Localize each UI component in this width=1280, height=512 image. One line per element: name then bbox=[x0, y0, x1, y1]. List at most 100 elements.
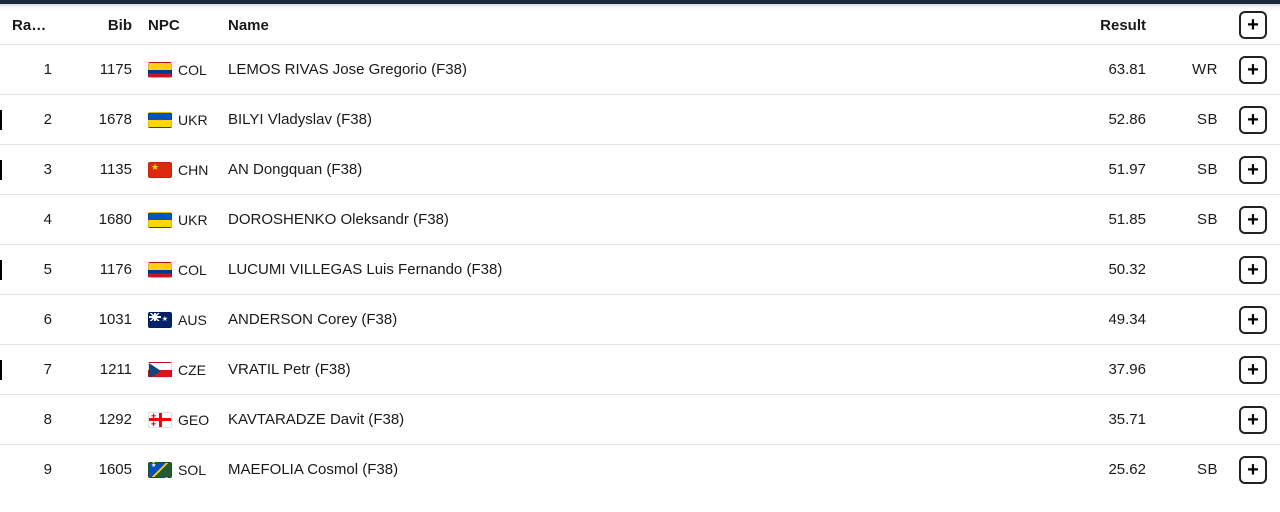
cell-rank: 9 bbox=[6, 461, 70, 478]
npc-code: UKR bbox=[178, 112, 208, 128]
expand-row-button[interactable]: + bbox=[1239, 406, 1267, 434]
cell-expand: + bbox=[1226, 456, 1280, 484]
cell-bib: 1678 bbox=[70, 111, 142, 128]
sport-class[interactable]: F38 bbox=[320, 361, 346, 378]
cell-bib: 1175 bbox=[70, 61, 142, 78]
row-marker bbox=[0, 360, 2, 380]
cell-expand: + bbox=[1226, 106, 1280, 134]
cell-bib: 1605 bbox=[70, 461, 142, 478]
cell-expand: + bbox=[1226, 306, 1280, 334]
cell-name[interactable]: LEMOS RIVAS Jose Gregorio (F38) bbox=[222, 61, 1060, 78]
cell-name[interactable]: DOROSHENKO Oleksandr (F38) bbox=[222, 211, 1060, 228]
flag-icon bbox=[148, 112, 172, 128]
plus-icon: + bbox=[1247, 108, 1259, 132]
table-row: 91605 SOL MAEFOLIA Cosmol (F38)25.62 SB + bbox=[0, 444, 1280, 494]
flag-icon bbox=[148, 262, 172, 278]
cell-name[interactable]: ANDERSON Corey (F38) bbox=[222, 311, 1060, 328]
cell-result: 51.85 bbox=[1060, 211, 1156, 228]
flag-icon bbox=[148, 212, 172, 228]
sport-class[interactable]: F38 bbox=[331, 161, 357, 178]
expand-all-button[interactable]: + bbox=[1239, 11, 1267, 39]
expand-row-button[interactable]: + bbox=[1239, 156, 1267, 184]
cell-bib: 1135 bbox=[70, 161, 142, 178]
col-header-result[interactable]: Result bbox=[1060, 17, 1156, 34]
row-marker bbox=[0, 260, 2, 280]
plus-icon: + bbox=[1247, 258, 1259, 282]
cell-name[interactable]: LUCUMI VILLEGAS Luis Fernando (F38) bbox=[222, 261, 1060, 278]
col-header-bib[interactable]: Bib bbox=[70, 17, 142, 34]
athlete-name: ANDERSON Corey bbox=[228, 311, 357, 328]
expand-row-button[interactable]: + bbox=[1239, 256, 1267, 284]
cell-bib: 1292 bbox=[70, 411, 142, 428]
expand-row-button[interactable]: + bbox=[1239, 356, 1267, 384]
cell-name[interactable]: BILYI Vladyslav (F38) bbox=[222, 111, 1060, 128]
expand-row-button[interactable]: + bbox=[1239, 206, 1267, 234]
col-header-npc[interactable]: NPC bbox=[142, 17, 222, 34]
table-row: 21678UKRBILYI Vladyslav (F38)52.86SB+ bbox=[0, 94, 1280, 144]
cell-bib: 1680 bbox=[70, 211, 142, 228]
record-badge[interactable]: WR bbox=[1192, 61, 1218, 78]
sport-class[interactable]: F38 bbox=[367, 461, 393, 478]
cell-name[interactable]: KAVTARADZE Davit (F38) bbox=[222, 411, 1060, 428]
npc-code: CHN bbox=[178, 162, 208, 178]
record-badge[interactable]: SB bbox=[1197, 111, 1218, 128]
flag-icon bbox=[148, 312, 172, 328]
sport-class[interactable]: F38 bbox=[436, 61, 462, 78]
cell-expand: + bbox=[1226, 356, 1280, 384]
cell-name[interactable]: VRATIL Petr (F38) bbox=[222, 361, 1060, 378]
cell-rank: 5 bbox=[6, 261, 70, 278]
cell-rank: 7 bbox=[6, 361, 70, 378]
npc-code: SOL bbox=[178, 462, 206, 478]
cell-npc: UKR bbox=[142, 112, 222, 128]
expand-row-button[interactable]: + bbox=[1239, 106, 1267, 134]
cell-npc: SOL bbox=[142, 462, 222, 478]
cell-expand: + bbox=[1226, 156, 1280, 184]
cell-npc: COL bbox=[142, 262, 222, 278]
sport-class[interactable]: F38 bbox=[366, 311, 392, 328]
expand-row-button[interactable]: + bbox=[1239, 456, 1267, 484]
cell-rank: 3 bbox=[6, 161, 70, 178]
cell-bib: 1031 bbox=[70, 311, 142, 328]
col-header-name[interactable]: Name bbox=[222, 17, 1060, 34]
table-row: 31135 CHN AN Dongquan (F38)51.97 SB + bbox=[0, 144, 1280, 194]
row-marker bbox=[0, 110, 2, 130]
record-badge[interactable]: SB bbox=[1197, 211, 1218, 228]
table-row: 11175COLLEMOS RIVAS Jose Gregorio (F38)6… bbox=[0, 44, 1280, 94]
cell-rank: 8 bbox=[6, 411, 70, 428]
row-marker bbox=[0, 160, 2, 180]
athlete-name: BILYI Vladyslav bbox=[228, 111, 332, 128]
cell-record: SB bbox=[1156, 161, 1226, 178]
cell-expand: + bbox=[1226, 206, 1280, 234]
record-badge[interactable]: SB bbox=[1197, 161, 1218, 178]
cell-name[interactable]: MAEFOLIA Cosmol (F38) bbox=[222, 461, 1060, 478]
cell-npc: AUS bbox=[142, 312, 222, 328]
sport-class[interactable]: F38 bbox=[471, 261, 497, 278]
cell-bib: 1176 bbox=[70, 261, 142, 278]
cell-result: 49.34 bbox=[1060, 311, 1156, 328]
expand-row-button[interactable]: + bbox=[1239, 306, 1267, 334]
col-header-rank[interactable]: Rank ↑ bbox=[6, 17, 70, 34]
cell-npc: GEO bbox=[142, 412, 222, 428]
plus-icon: + bbox=[1247, 358, 1259, 382]
record-badge[interactable]: SB bbox=[1197, 461, 1218, 478]
cell-rank: 4 bbox=[6, 211, 70, 228]
expand-row-button[interactable]: + bbox=[1239, 56, 1267, 84]
cell-result: 51.97 bbox=[1060, 161, 1156, 178]
sport-class[interactable]: F38 bbox=[418, 211, 444, 228]
table-row: 71211CZEVRATIL Petr (F38)37.96+ bbox=[0, 344, 1280, 394]
flag-icon bbox=[148, 62, 172, 78]
sport-class[interactable]: F38 bbox=[341, 111, 367, 128]
results-table: Rank ↑ Bib NPC Name Result + 11175COLLEM… bbox=[0, 6, 1280, 494]
cell-result: 25.62 bbox=[1060, 461, 1156, 478]
plus-icon: + bbox=[1247, 208, 1259, 232]
flag-icon bbox=[148, 162, 172, 178]
table-row: 51176COLLUCUMI VILLEGAS Luis Fernando (F… bbox=[0, 244, 1280, 294]
cell-rank: 2 bbox=[6, 111, 70, 128]
cell-result: 50.32 bbox=[1060, 261, 1156, 278]
sport-class[interactable]: F38 bbox=[373, 411, 399, 428]
cell-name[interactable]: AN Dongquan (F38) bbox=[222, 161, 1060, 178]
athlete-name: DOROSHENKO Oleksandr bbox=[228, 211, 409, 228]
table-header-row: Rank ↑ Bib NPC Name Result + bbox=[0, 6, 1280, 44]
cell-npc: COL bbox=[142, 62, 222, 78]
athlete-name: MAEFOLIA Cosmol bbox=[228, 461, 358, 478]
